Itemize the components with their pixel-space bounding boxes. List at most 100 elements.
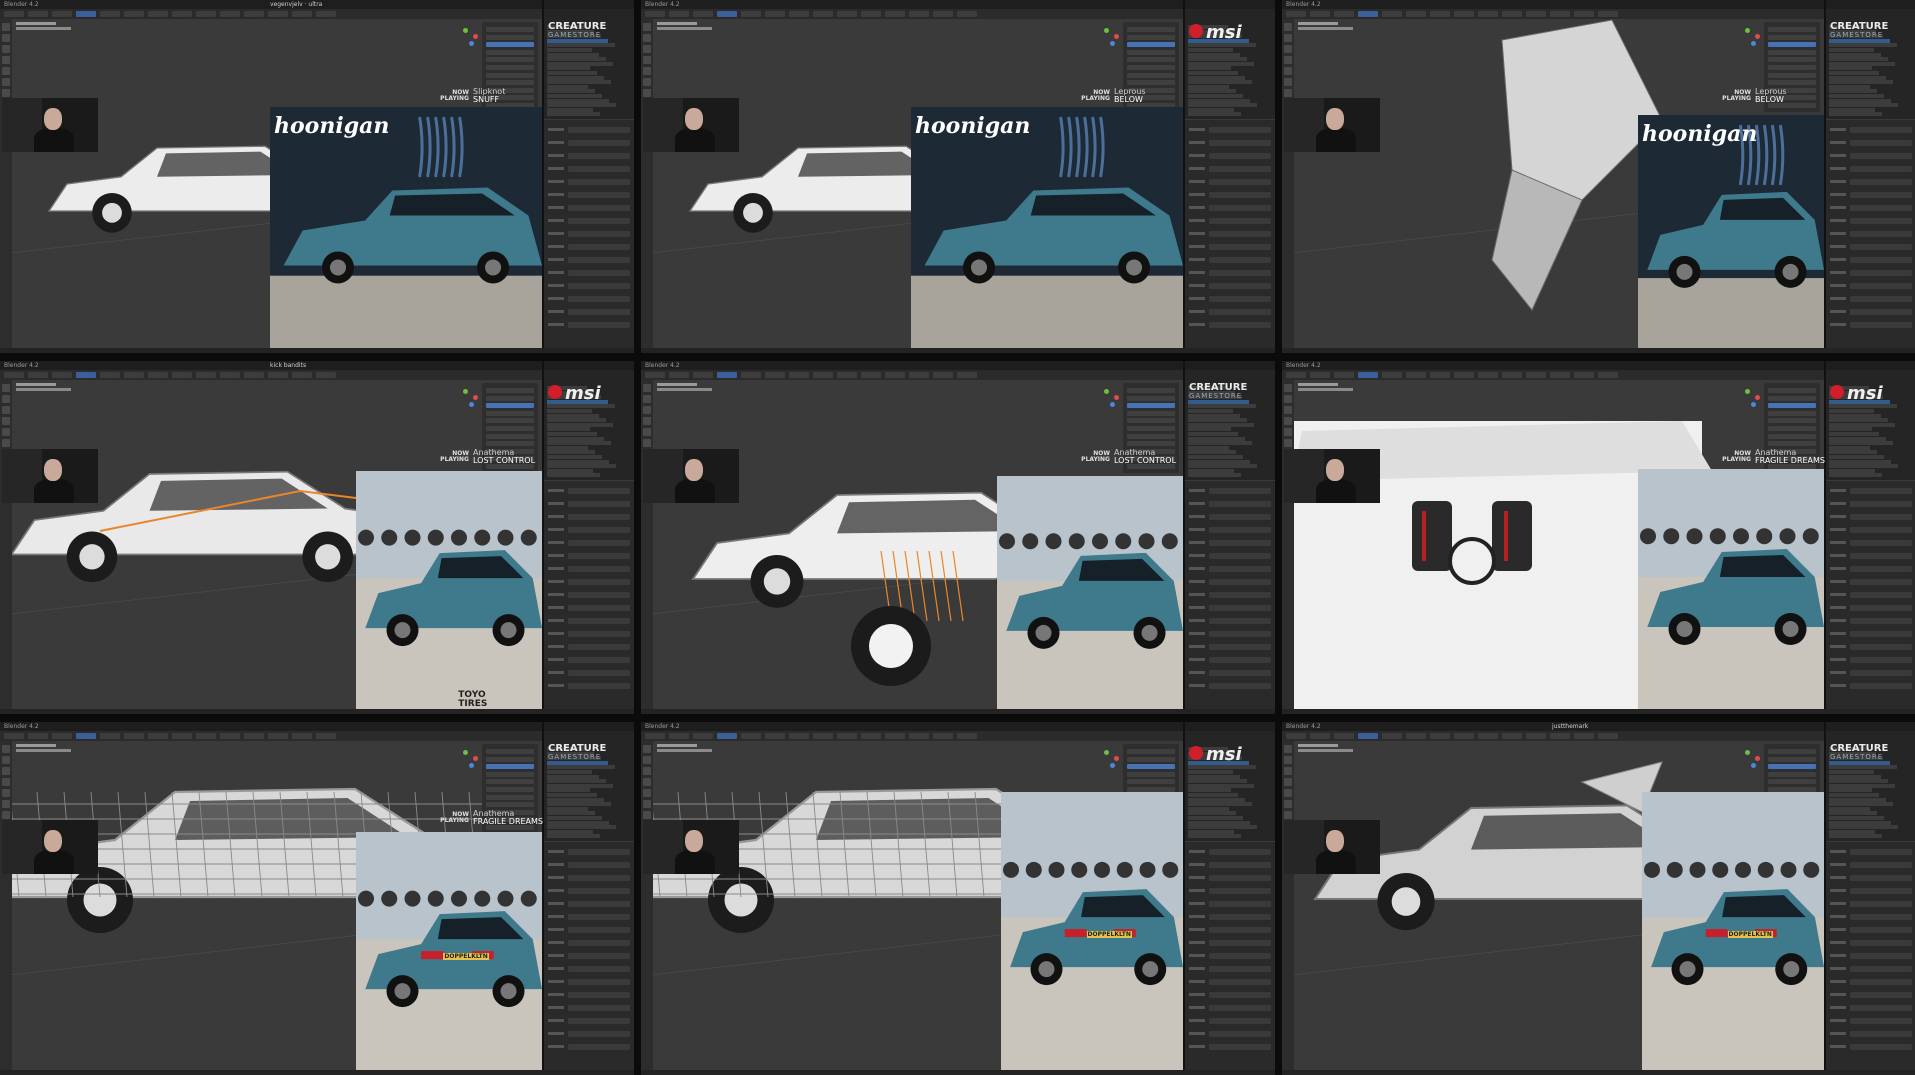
outliner-row[interactable] bbox=[1829, 418, 1888, 423]
outliner-row[interactable] bbox=[1188, 52, 1240, 57]
property-field[interactable] bbox=[568, 322, 630, 328]
outliner-row[interactable] bbox=[547, 409, 592, 413]
header-button[interactable] bbox=[1454, 733, 1474, 739]
outliner-row[interactable] bbox=[547, 464, 616, 469]
tool-icon[interactable] bbox=[2, 384, 10, 392]
header-button[interactable] bbox=[268, 733, 288, 739]
tool-icon[interactable] bbox=[643, 767, 651, 775]
tool-icon[interactable] bbox=[643, 811, 651, 819]
blender-window[interactable]: Blender 4.2 msi NOW PLAYING Anathema FRAGILE… bbox=[1282, 361, 1915, 714]
property-field[interactable] bbox=[568, 127, 630, 133]
outliner-row[interactable] bbox=[1829, 783, 1895, 788]
header-button[interactable] bbox=[1382, 11, 1402, 17]
header-button[interactable] bbox=[316, 733, 336, 739]
property-field[interactable] bbox=[1850, 231, 1912, 237]
property-field[interactable] bbox=[568, 618, 630, 624]
property-field[interactable] bbox=[1209, 244, 1271, 250]
header-button[interactable] bbox=[148, 733, 168, 739]
gizmo-axis-dot[interactable] bbox=[1104, 389, 1109, 394]
tool-icon[interactable] bbox=[643, 417, 651, 425]
tool-icon[interactable] bbox=[643, 439, 651, 447]
tool-icon[interactable] bbox=[2, 78, 10, 86]
outliner-row[interactable] bbox=[1829, 61, 1895, 66]
n-panel-field[interactable] bbox=[486, 34, 534, 40]
property-field[interactable] bbox=[1850, 205, 1912, 211]
n-panel-field[interactable] bbox=[1768, 749, 1816, 754]
property-field[interactable] bbox=[568, 309, 630, 315]
header-button[interactable] bbox=[765, 733, 785, 739]
property-field[interactable] bbox=[1209, 579, 1271, 585]
property-field[interactable] bbox=[1850, 166, 1912, 172]
n-panel-field[interactable] bbox=[1127, 426, 1175, 431]
blender-window[interactable]: Blender 4.2 msi NOW PLAYING Leprous BELOW hoo… bbox=[641, 0, 1275, 353]
property-field[interactable] bbox=[568, 1018, 630, 1024]
viewport-header[interactable] bbox=[1282, 370, 1915, 380]
property-field[interactable] bbox=[568, 979, 630, 985]
n-panel-field[interactable] bbox=[1768, 441, 1816, 447]
gizmo-axis-dot[interactable] bbox=[1755, 34, 1760, 39]
header-button[interactable] bbox=[1382, 372, 1402, 378]
header-button[interactable] bbox=[885, 733, 905, 739]
outliner-row[interactable] bbox=[547, 779, 606, 784]
property-field[interactable] bbox=[568, 231, 630, 237]
property-field[interactable] bbox=[1209, 1044, 1271, 1050]
outliner-row[interactable] bbox=[547, 71, 597, 75]
n-panel-field[interactable] bbox=[1127, 749, 1175, 754]
property-field[interactable] bbox=[568, 888, 630, 894]
n-panel-field[interactable] bbox=[486, 749, 534, 754]
tool-shelf[interactable] bbox=[0, 741, 12, 1075]
n-panel-field[interactable] bbox=[1768, 49, 1816, 55]
outliner-row[interactable] bbox=[547, 811, 595, 816]
property-field[interactable] bbox=[1209, 553, 1271, 559]
tool-shelf[interactable] bbox=[641, 741, 653, 1075]
property-field[interactable] bbox=[568, 914, 630, 920]
outliner-row[interactable] bbox=[1188, 806, 1229, 811]
property-field[interactable] bbox=[1209, 527, 1271, 533]
gizmo-axis-dot[interactable] bbox=[1751, 402, 1756, 407]
n-panel-field[interactable] bbox=[486, 80, 534, 86]
property-field[interactable] bbox=[568, 849, 630, 855]
header-button[interactable] bbox=[76, 372, 96, 378]
header-button[interactable] bbox=[124, 11, 144, 17]
outliner-row[interactable] bbox=[1188, 816, 1243, 820]
header-button[interactable] bbox=[1574, 733, 1594, 739]
header-button[interactable] bbox=[292, 733, 312, 739]
outliner-row[interactable] bbox=[1188, 774, 1240, 779]
n-panel-field[interactable] bbox=[1127, 410, 1175, 416]
property-field[interactable] bbox=[1850, 888, 1912, 894]
outliner-row[interactable] bbox=[1188, 107, 1234, 112]
header-button[interactable] bbox=[837, 733, 857, 739]
viewport-header[interactable] bbox=[0, 9, 634, 19]
outliner-row[interactable] bbox=[1188, 770, 1233, 774]
outliner-row[interactable] bbox=[1829, 788, 1872, 793]
header-button[interactable] bbox=[100, 372, 120, 378]
n-panel-field[interactable] bbox=[1768, 65, 1816, 70]
property-field[interactable] bbox=[568, 244, 630, 250]
tool-icon[interactable] bbox=[643, 406, 651, 414]
navigation-gizmo[interactable] bbox=[459, 748, 481, 770]
property-field[interactable] bbox=[1209, 218, 1271, 224]
header-button[interactable] bbox=[1502, 11, 1522, 17]
header-button[interactable] bbox=[933, 372, 953, 378]
outliner-row[interactable] bbox=[547, 112, 600, 117]
tool-icon[interactable] bbox=[643, 800, 651, 808]
property-field[interactable] bbox=[1209, 488, 1271, 494]
property-field[interactable] bbox=[568, 875, 630, 881]
property-field[interactable] bbox=[568, 644, 630, 650]
property-field[interactable] bbox=[1850, 849, 1912, 855]
property-field[interactable] bbox=[568, 992, 630, 998]
header-button[interactable] bbox=[52, 372, 72, 378]
tool-icon[interactable] bbox=[1284, 89, 1292, 97]
tool-icon[interactable] bbox=[643, 428, 651, 436]
header-button[interactable] bbox=[1310, 11, 1330, 17]
outliner-row[interactable] bbox=[547, 48, 592, 52]
header-button[interactable] bbox=[933, 733, 953, 739]
n-panel-field[interactable] bbox=[486, 57, 534, 63]
property-field[interactable] bbox=[1209, 1031, 1271, 1037]
header-button[interactable] bbox=[1382, 733, 1402, 739]
property-field[interactable] bbox=[568, 670, 630, 676]
tool-icon[interactable] bbox=[2, 439, 10, 447]
property-field[interactable] bbox=[568, 605, 630, 611]
viewport-header[interactable] bbox=[0, 370, 634, 380]
properties-editor[interactable] bbox=[1185, 481, 1275, 714]
